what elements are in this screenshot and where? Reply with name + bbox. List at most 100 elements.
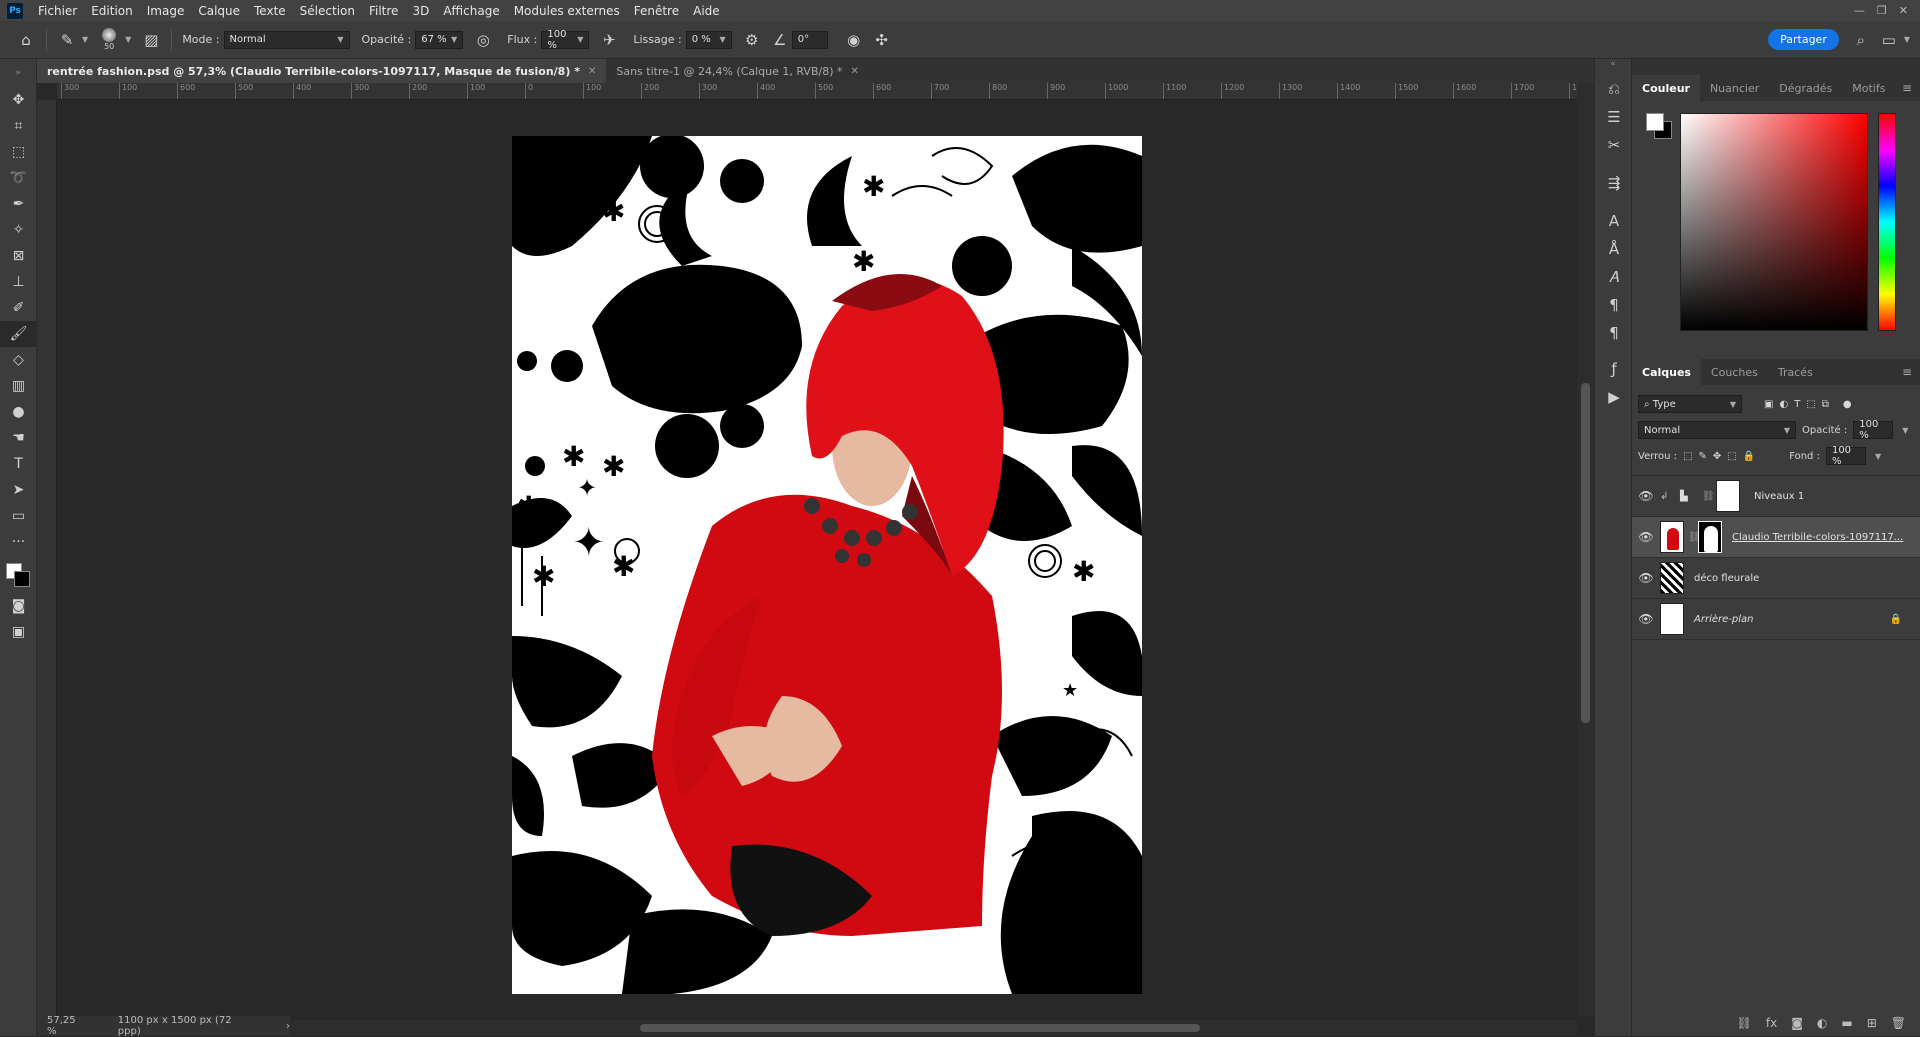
layer-row-claudio[interactable]: 👁 ⛓ Claudio Terribile-colors-1097117...	[1632, 516, 1920, 557]
menu-selection[interactable]: Sélection	[293, 4, 362, 18]
chevron-down-icon[interactable]: ▼	[1904, 35, 1910, 44]
layer-row-arriere-plan[interactable]: 👁 Arrière-plan 🔒	[1632, 598, 1920, 639]
minimize-icon[interactable]: —	[1854, 4, 1865, 17]
chevron-down-icon[interactable]: ▼	[1875, 452, 1881, 461]
pressure-size-icon[interactable]: ◉	[842, 31, 866, 49]
horizontal-scrollbar[interactable]	[290, 1020, 1577, 1036]
fx-icon[interactable]: fx	[1766, 1016, 1777, 1030]
more-tools-icon[interactable]: ···	[0, 529, 37, 555]
search-icon[interactable]: ⌕	[1849, 31, 1873, 49]
brush-size-picker[interactable]: 50	[102, 28, 117, 51]
filter-toggle-icon[interactable]: ●	[1843, 399, 1852, 410]
link-icon[interactable]: ⛓	[1688, 532, 1701, 543]
eye-icon[interactable]: 👁	[1632, 571, 1660, 585]
lock-transparent-icon[interactable]: ⬚	[1683, 451, 1692, 462]
color-field[interactable]	[1680, 113, 1868, 331]
pressure-opacity-icon[interactable]: ◎	[471, 31, 495, 49]
background-swatch[interactable]	[14, 571, 30, 587]
menu-aide[interactable]: Aide	[686, 4, 727, 18]
link-icon[interactable]: ⛓	[1702, 491, 1716, 502]
lock-all-icon[interactable]: 🔒	[1743, 451, 1755, 462]
menu-filtre[interactable]: Filtre	[362, 4, 405, 18]
layer-opacity-field[interactable]: 100 %	[1853, 419, 1894, 441]
frame-icon[interactable]: ⊠	[0, 243, 37, 269]
properties-icon[interactable]: ⇶	[1595, 169, 1633, 197]
gear-icon[interactable]: ⚙	[740, 31, 764, 49]
mask-thumbnail[interactable]	[1698, 521, 1722, 553]
eyedropper-icon[interactable]: ✐	[0, 295, 37, 321]
symmetry-icon[interactable]: ✣	[870, 31, 894, 49]
menu-3d[interactable]: 3D	[405, 4, 436, 18]
eraser-icon[interactable]: ◇	[0, 347, 37, 373]
tab-sans-titre-1[interactable]: Sans titre-1 @ 24,4% (Calque 1, RVB/8) *…	[606, 59, 869, 83]
collapse-icon[interactable]: «	[1595, 59, 1631, 75]
filter-pixel-icon[interactable]: ▣	[1764, 399, 1773, 410]
collapse-icon[interactable]: »	[0, 59, 36, 87]
move-icon[interactable]: ✥	[0, 87, 37, 113]
document-canvas[interactable]: ✱ ✱ ✱ ✱ ✱ ✱ ✱ ✱ ✱ ✦ ✦ ✱ ★	[512, 136, 1142, 994]
brush-tool-preset-icon[interactable]: ✎	[55, 31, 79, 49]
lock-artboard-icon[interactable]: ⬚	[1727, 451, 1736, 462]
workspace-icon[interactable]: ▭	[1877, 31, 1901, 49]
restore-icon[interactable]: ❐	[1877, 4, 1887, 17]
close-tab-icon[interactable]: ✕	[850, 66, 858, 77]
filter-adjustment-icon[interactable]: ◐	[1779, 399, 1788, 410]
brush-settings-icon[interactable]: ▨	[139, 31, 163, 49]
marquee-icon[interactable]: ⬚	[0, 139, 37, 165]
tab-rentree-fashion[interactable]: rentrée fashion.psd @ 57,3% (Claudio Ter…	[37, 59, 607, 83]
rectangle-icon[interactable]: ▭	[0, 503, 37, 529]
layer-thumbnail[interactable]	[1660, 603, 1684, 635]
tab-calques[interactable]: Calques	[1632, 359, 1701, 385]
chevron-down-icon[interactable]: ▼	[82, 35, 88, 44]
quick-select-icon[interactable]: ✧	[0, 217, 37, 243]
lock-pixels-icon[interactable]: ✎	[1699, 451, 1707, 462]
share-button[interactable]: Partager	[1768, 29, 1839, 50]
lock-position-icon[interactable]: ✥	[1713, 451, 1721, 462]
blur-icon[interactable]: ●	[0, 399, 37, 425]
airbrush-icon[interactable]: ✈	[597, 31, 621, 49]
history-icon[interactable]: ⎌	[1595, 75, 1633, 103]
filter-shape-icon[interactable]: ⬚	[1806, 399, 1815, 410]
link-layers-icon[interactable]: ⛓	[1737, 1016, 1752, 1030]
tab-couleur[interactable]: Couleur	[1632, 75, 1700, 101]
opacity-field[interactable]: 67 % ▼	[415, 30, 464, 49]
path-select-icon[interactable]: ➤	[0, 477, 37, 503]
add-mask-icon[interactable]: ◙	[1791, 1016, 1803, 1030]
panel-menu-icon[interactable]: ≡	[1902, 365, 1920, 379]
gradient-icon[interactable]: ▥	[0, 373, 37, 399]
character-icon[interactable]: A	[1595, 207, 1633, 235]
new-adjustment-icon[interactable]: ◐	[1817, 1016, 1827, 1030]
scroll-thumb[interactable]	[640, 1024, 1200, 1032]
mask-thumbnail[interactable]	[1716, 480, 1740, 512]
screen-mode-icon[interactable]: ▣	[0, 619, 37, 645]
lasso-icon[interactable]: ➰	[0, 165, 37, 191]
glyphs-icon[interactable]: 𝐴	[1595, 263, 1633, 291]
mode-select[interactable]: Normal ▼	[223, 30, 350, 49]
smudge-icon[interactable]: ☚	[0, 425, 37, 451]
styles-icon[interactable]: ƒ	[1595, 355, 1633, 383]
foreground-color-swatch[interactable]	[1646, 113, 1664, 131]
close-tab-icon[interactable]: ✕	[588, 66, 596, 77]
tab-traces[interactable]: Tracés	[1768, 359, 1823, 385]
paragraph-style-icon[interactable]: ¶	[1595, 319, 1633, 347]
blend-mode-select[interactable]: Normal ▼	[1638, 421, 1796, 439]
panel-menu-icon[interactable]: ≡	[1902, 81, 1920, 95]
tab-degrades[interactable]: Dégradés	[1769, 75, 1842, 101]
stamp-icon[interactable]: ⊥	[0, 269, 37, 295]
flow-field[interactable]: 100 % ▼	[541, 29, 590, 51]
tab-nuancier[interactable]: Nuancier	[1700, 75, 1769, 101]
menu-modules-externes[interactable]: Modules externes	[507, 4, 627, 18]
vertical-scrollbar[interactable]	[1577, 83, 1594, 1016]
new-group-icon[interactable]: ▬	[1841, 1016, 1852, 1030]
brush-icon[interactable]: 🖌	[0, 321, 37, 347]
menu-image[interactable]: Image	[140, 4, 192, 18]
character-style-icon[interactable]: Å	[1595, 235, 1633, 263]
quick-mask-icon[interactable]: ◙	[0, 593, 37, 619]
tab-couches[interactable]: Couches	[1701, 359, 1768, 385]
eye-icon[interactable]: 👁	[1632, 530, 1660, 544]
hue-slider[interactable]	[1878, 113, 1896, 331]
actions-play-icon[interactable]: ▶	[1595, 383, 1633, 411]
crop-icon[interactable]: ⌗	[0, 113, 37, 139]
smoothing-field[interactable]: 0 % ▼	[685, 30, 732, 49]
zoom-level[interactable]: 57,25 %	[47, 1015, 88, 1037]
